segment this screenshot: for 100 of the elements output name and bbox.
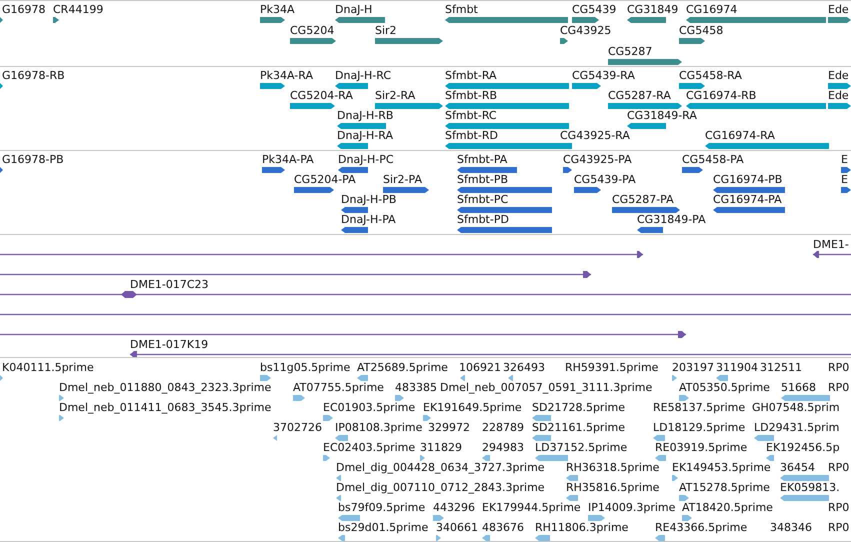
feature-label: 340661 <box>436 522 478 534</box>
feature-label: DnaJ-H-PC <box>338 154 394 166</box>
transcript-glyph[interactable] <box>608 103 682 109</box>
gene-glyph[interactable] <box>260 17 285 23</box>
est-glyph[interactable] <box>0 375 3 381</box>
est-glyph[interactable] <box>716 375 728 381</box>
est-glyph[interactable] <box>335 435 348 441</box>
est-glyph[interactable] <box>260 375 271 381</box>
protein-glyph[interactable] <box>262 167 285 173</box>
est-glyph[interactable] <box>59 395 64 401</box>
est-glyph[interactable] <box>566 495 578 501</box>
clone-glyph[interactable] <box>130 351 851 357</box>
est-glyph[interactable] <box>59 415 64 421</box>
transcript-glyph[interactable] <box>260 83 285 89</box>
protein-glyph[interactable] <box>682 167 703 173</box>
transcript-glyph[interactable] <box>828 103 851 109</box>
protein-glyph[interactable] <box>341 207 368 213</box>
transcript-glyph[interactable] <box>335 83 368 89</box>
protein-glyph[interactable] <box>457 227 552 233</box>
est-glyph[interactable] <box>323 415 333 421</box>
transcript-glyph[interactable] <box>572 83 601 89</box>
protein-glyph[interactable] <box>294 187 334 193</box>
gene-glyph[interactable] <box>560 38 568 44</box>
est-glyph[interactable] <box>588 515 605 521</box>
est-glyph[interactable] <box>508 375 513 381</box>
est-glyph[interactable] <box>781 395 830 401</box>
gene-glyph[interactable] <box>828 17 851 23</box>
gene-glyph[interactable] <box>290 38 336 44</box>
est-glyph[interactable] <box>566 475 578 481</box>
protein-glyph[interactable] <box>0 167 3 173</box>
protein-glyph[interactable] <box>457 207 552 213</box>
est-glyph[interactable] <box>336 495 341 501</box>
gene-glyph[interactable] <box>679 38 705 44</box>
est-glyph[interactable] <box>273 435 277 441</box>
est-glyph[interactable] <box>460 375 465 381</box>
protein-glyph[interactable] <box>457 167 517 173</box>
protein-glyph[interactable] <box>713 187 785 193</box>
est-glyph[interactable] <box>336 475 341 481</box>
protein-glyph[interactable] <box>341 227 368 233</box>
est-glyph[interactable] <box>482 535 490 541</box>
transcript-glyph[interactable] <box>828 83 851 89</box>
clone-glyph[interactable] <box>0 291 851 298</box>
protein-glyph[interactable] <box>841 187 851 193</box>
transcript-glyph[interactable] <box>375 103 443 109</box>
est-glyph[interactable] <box>672 375 677 381</box>
transcript-glyph[interactable] <box>627 123 666 129</box>
est-glyph[interactable] <box>338 535 345 541</box>
gene-glyph[interactable] <box>335 17 385 23</box>
protein-glyph[interactable] <box>563 167 572 173</box>
gene-glyph[interactable] <box>0 17 3 23</box>
gene-glyph[interactable] <box>375 38 443 44</box>
est-glyph[interactable] <box>420 455 425 461</box>
est-glyph[interactable] <box>766 455 774 461</box>
protein-glyph[interactable] <box>338 167 368 173</box>
est-glyph[interactable] <box>423 415 431 421</box>
protein-glyph[interactable] <box>637 227 663 233</box>
est-glyph[interactable] <box>535 455 568 461</box>
est-glyph[interactable] <box>679 395 689 401</box>
est-glyph[interactable] <box>357 375 368 381</box>
est-glyph[interactable] <box>338 515 360 521</box>
transcript-glyph[interactable] <box>0 83 3 89</box>
est-glyph[interactable] <box>436 535 441 541</box>
gene-glyph[interactable] <box>53 17 59 23</box>
est-glyph[interactable] <box>672 475 678 481</box>
est-glyph[interactable] <box>780 475 829 481</box>
protein-glyph[interactable] <box>383 187 429 193</box>
clone-glyph[interactable] <box>0 271 591 278</box>
est-glyph[interactable] <box>482 455 490 461</box>
gene-glyph[interactable] <box>627 17 666 23</box>
protein-glyph[interactable] <box>457 187 552 193</box>
est-glyph[interactable] <box>655 455 666 461</box>
est-glyph[interactable] <box>682 515 692 521</box>
clone-glyph[interactable] <box>0 331 686 338</box>
transcript-glyph[interactable] <box>290 103 335 109</box>
est-glyph[interactable] <box>653 435 665 441</box>
est-glyph[interactable] <box>293 395 305 401</box>
est-glyph[interactable] <box>395 395 404 401</box>
transcript-glyph[interactable] <box>679 83 705 89</box>
protein-glyph[interactable] <box>713 207 785 213</box>
est-glyph[interactable] <box>323 455 330 461</box>
est-glyph[interactable] <box>754 435 774 441</box>
feature-label: CG5204 <box>290 25 334 37</box>
est-glyph[interactable] <box>532 415 551 421</box>
est-glyph[interactable] <box>433 515 444 521</box>
gene-glyph[interactable] <box>572 17 599 23</box>
protein-glyph[interactable] <box>574 187 601 193</box>
feature-label: Pk34A-PA <box>262 154 314 166</box>
clone-glyph[interactable] <box>813 251 851 258</box>
transcript-glyph[interactable] <box>337 143 368 149</box>
est-glyph[interactable] <box>679 495 689 501</box>
transcript-glyph[interactable] <box>337 123 386 129</box>
clone-glyph[interactable] <box>0 311 851 318</box>
protein-glyph[interactable] <box>841 167 851 173</box>
est-glyph[interactable] <box>780 495 829 501</box>
gene-glyph[interactable] <box>608 59 682 65</box>
est-glyph[interactable] <box>532 435 551 441</box>
est-glyph[interactable] <box>535 535 550 541</box>
protein-glyph[interactable] <box>612 207 680 213</box>
est-glyph[interactable] <box>655 535 665 541</box>
clone-glyph[interactable] <box>0 251 643 258</box>
